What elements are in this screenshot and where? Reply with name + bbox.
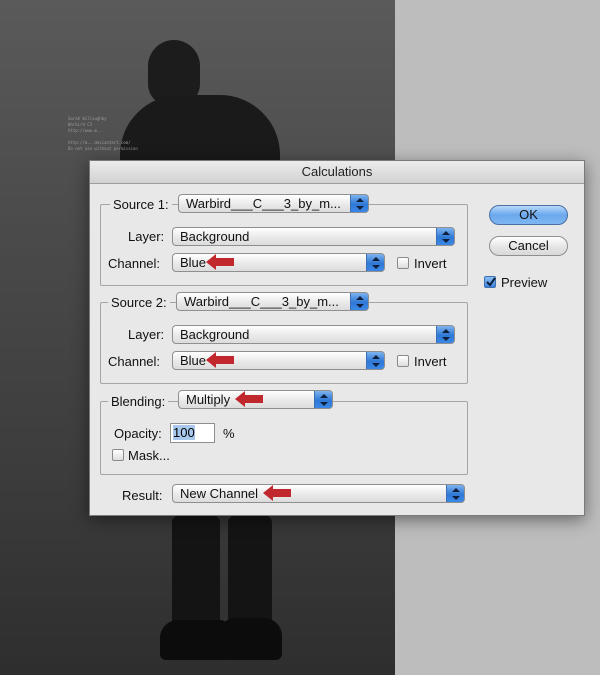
source2-layer-value: Background: [180, 327, 250, 342]
preview-label[interactable]: Preview: [501, 275, 547, 290]
annotation-arrow-icon: [206, 254, 234, 270]
source2-invert-checkbox[interactable]: [397, 355, 409, 367]
blending-mode-value: Multiply: [186, 392, 231, 407]
calculations-dialog: Calculations Source 1: Warbird___C___3_b…: [89, 160, 585, 516]
source2-label: Source 2:: [108, 295, 170, 310]
figure-right-boot: [222, 618, 282, 660]
opacity-input[interactable]: 100: [170, 423, 215, 443]
popup-stepper-icon: [350, 195, 368, 212]
popup-stepper-icon: [366, 254, 384, 271]
opacity-label: Opacity:: [114, 426, 162, 441]
source2-layer-label: Layer:: [128, 327, 165, 342]
annotation-arrow-icon: [206, 352, 234, 368]
result-label: Result:: [122, 488, 163, 503]
opacity-unit: %: [223, 426, 235, 441]
blending-label: Blending:: [108, 394, 169, 409]
ok-button[interactable]: OK: [489, 205, 568, 225]
preview-checkbox[interactable]: [484, 276, 496, 288]
popup-stepper-icon: [436, 228, 454, 245]
annotation-arrow-icon: [235, 391, 263, 407]
result-value: New Channel: [180, 486, 259, 501]
result-select[interactable]: New Channel: [172, 484, 465, 503]
checkmark-icon: [486, 277, 496, 287]
source1-file-select[interactable]: Warbird___C___3_by_m...: [178, 194, 369, 213]
source2-invert-label[interactable]: Invert: [414, 354, 447, 369]
mask-label[interactable]: Mask...: [128, 448, 170, 463]
mask-checkbox[interactable]: [112, 449, 124, 461]
source2-channel-label: Channel:: [108, 354, 161, 369]
source2-file-value: Warbird___C___3_by_m...: [184, 294, 339, 309]
source2-channel-value: Blue: [180, 353, 207, 368]
source1-layer-label: Layer:: [128, 229, 165, 244]
opacity-value: 100: [173, 425, 195, 440]
source1-invert-label[interactable]: Invert: [414, 256, 447, 271]
popup-stepper-icon: [314, 391, 332, 408]
annotation-arrow-icon: [263, 485, 291, 501]
source2-file-select[interactable]: Warbird___C___3_by_m...: [176, 292, 369, 311]
source1-file-value: Warbird___C___3_by_m...: [186, 196, 341, 211]
popup-stepper-icon: [446, 485, 464, 502]
dialog-title[interactable]: Calculations: [90, 161, 584, 184]
source1-invert-checkbox[interactable]: [397, 257, 409, 269]
source1-layer-select[interactable]: Background: [172, 227, 455, 246]
source1-channel-value: Blue: [180, 255, 207, 270]
source1-channel-select[interactable]: Blue: [172, 253, 385, 272]
figure-left-boot: [160, 620, 230, 660]
popup-stepper-icon: [436, 326, 454, 343]
source1-channel-label: Channel:: [108, 256, 161, 271]
source1-layer-value: Background: [180, 229, 250, 244]
popup-stepper-icon: [350, 293, 368, 310]
popup-stepper-icon: [366, 352, 384, 369]
cancel-button[interactable]: Cancel: [489, 236, 568, 256]
source2-channel-select[interactable]: Blue: [172, 351, 385, 370]
source1-label: Source 1:: [110, 197, 172, 212]
source2-layer-select[interactable]: Background: [172, 325, 455, 344]
photo-watermark: Sarah Willoughby Warbird C3 http://www.m…: [68, 116, 138, 151]
